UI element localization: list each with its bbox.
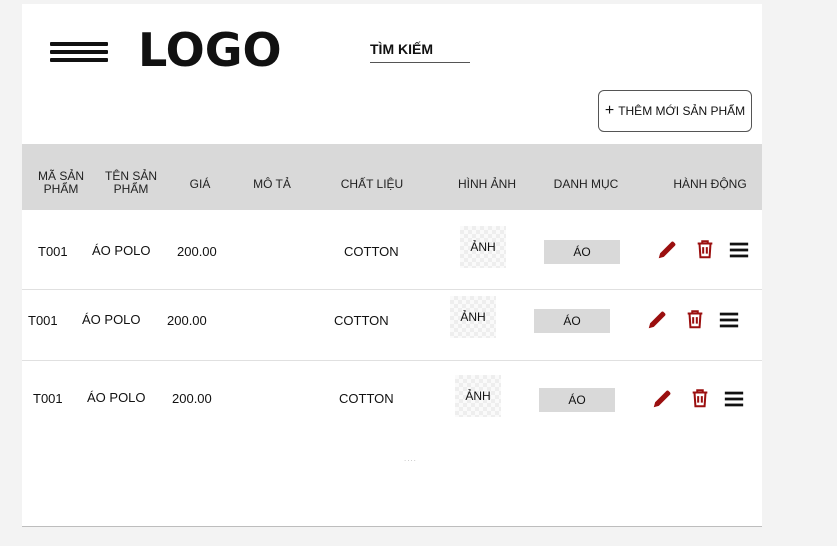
plus-icon: +	[604, 102, 615, 119]
column-header-material: CHẤT LIỆU	[340, 177, 404, 191]
column-header-description: MÔ TẢ	[253, 177, 291, 191]
product-name: ÁO POLO	[82, 312, 141, 327]
column-header-name: TÊN SẢN PHẨM	[104, 169, 157, 196]
table-header: MÃ SẢN PHẨM TÊN SẢN PHẨM GIÁ MÔ TẢ CHẤT LI…	[22, 144, 762, 210]
trash-icon[interactable]	[689, 387, 711, 409]
search-input[interactable]: TÌM KIẾM	[370, 40, 470, 63]
add-product-button[interactable]: + THÊM MỚI SẢN PHẨM	[598, 90, 752, 132]
add-product-label: THÊM MỚI SẢN PHẨM	[618, 104, 746, 118]
product-code: T001	[33, 391, 63, 406]
trash-icon[interactable]	[684, 308, 706, 330]
column-header-code: MÃ SẢN PHẨM	[37, 169, 84, 196]
product-material: COTTON	[334, 313, 389, 328]
category-badge: ÁO	[534, 309, 610, 333]
hamburger-menu-icon[interactable]	[50, 42, 108, 68]
pencil-icon[interactable]	[651, 388, 673, 410]
product-name: ÁO POLO	[87, 390, 146, 405]
logo: LOGO	[138, 23, 282, 77]
table-row: T001 ÁO POLO 200.00 COTTON ẢNH ÁO	[22, 211, 762, 290]
menu-icon[interactable]	[718, 309, 740, 331]
table-row: T001 ÁO POLO 200.00 COTTON ẢNH ÁO	[22, 282, 762, 361]
menu-icon[interactable]	[728, 239, 750, 261]
column-header-price: GIÁ	[189, 177, 211, 191]
product-price: 200.00	[177, 244, 217, 259]
product-material: COTTON	[344, 244, 399, 259]
main-panel: LOGO TÌM KIẾM + THÊM MỚI SẢN PHẨM MÃ SẢN…	[22, 4, 762, 527]
product-code: T001	[28, 313, 58, 328]
product-material: COTTON	[339, 391, 394, 406]
product-image: ẢNH	[450, 296, 496, 338]
column-header-actions: HÀNH ĐỘNG	[673, 177, 747, 191]
menu-icon[interactable]	[723, 388, 745, 410]
product-code: T001	[38, 244, 68, 259]
table-row: T001 ÁO POLO 200.00 COTTON ẢNH ÁO	[22, 360, 762, 438]
trash-icon[interactable]	[694, 238, 716, 260]
column-header-image: HÌNH ẢNH	[457, 177, 516, 191]
product-name: ÁO POLO	[92, 243, 151, 258]
column-header-category: DANH MỤC	[553, 177, 619, 191]
product-price: 200.00	[167, 313, 207, 328]
pencil-icon[interactable]	[656, 239, 678, 261]
category-badge: ÁO	[539, 388, 615, 412]
product-price: 200.00	[172, 391, 212, 406]
product-image: ẢNH	[455, 375, 501, 417]
category-badge: ÁO	[544, 240, 620, 264]
pagination-dots: ....	[404, 454, 417, 463]
product-image: ẢNH	[460, 226, 506, 268]
pencil-icon[interactable]	[646, 309, 668, 331]
